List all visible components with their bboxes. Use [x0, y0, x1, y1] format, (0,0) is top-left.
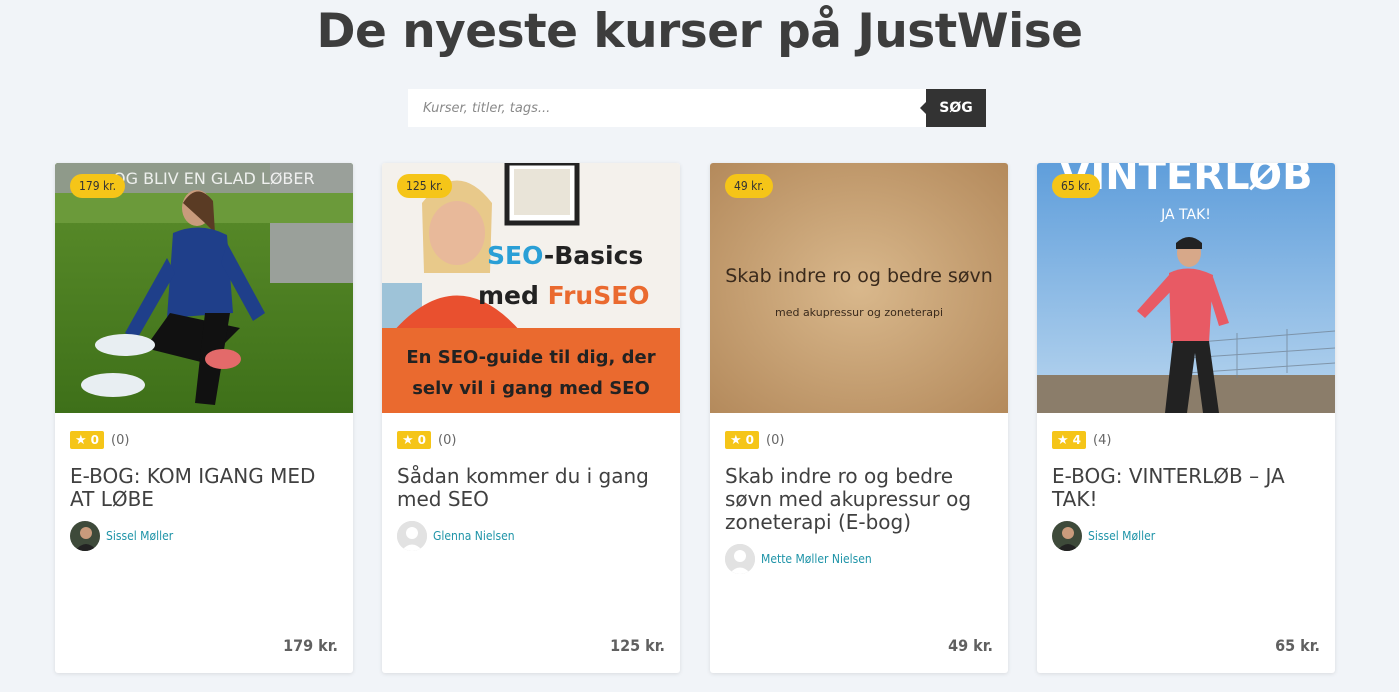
course-thumbnail[interactable]: SEO-Basics med FruSEO En SEO-guide til d… [382, 163, 680, 413]
rating: ★ 0 (0) [397, 431, 456, 449]
course-price: 179 kr. [283, 636, 338, 655]
image-subheadline: med akupressur og zoneterapi [775, 306, 943, 319]
search-button[interactable]: SØG [920, 89, 986, 127]
course-card[interactable]: OG BLIV EN GLAD LØBER 179 kr. ★ 0 (0) E-… [55, 163, 353, 673]
price-tag: 65 kr. [1052, 174, 1101, 198]
image-headline: Skab indre ro og bedre søvn [725, 265, 993, 287]
headline-accent: SEO [487, 241, 544, 270]
author[interactable]: Sissel Møller [70, 521, 173, 551]
author-name[interactable]: Sissel Møller [106, 529, 173, 543]
rating-badge: ★ 0 [397, 431, 432, 449]
image-subheadline: med FruSEO [478, 281, 650, 310]
star-icon: ★ [730, 432, 742, 448]
avatar [1052, 521, 1082, 551]
course-title[interactable]: E-BOG: VINTERLØB – JA TAK! [1052, 465, 1327, 511]
price-tag: 179 kr. [70, 174, 126, 198]
price-tag: 49 kr. [725, 174, 774, 198]
author-name[interactable]: Mette Møller Nielsen [761, 552, 872, 566]
page-title: De nyeste kurser på JustWise [316, 4, 1083, 59]
price-tag: 125 kr. [397, 174, 453, 198]
rating-count: (0) [766, 432, 785, 448]
course-price: 65 kr. [1275, 636, 1320, 655]
rating-badge: ★ 0 [725, 431, 760, 449]
rating-value: 0 [745, 433, 755, 447]
course-thumbnail[interactable]: OG BLIV EN GLAD LØBER 179 kr. [55, 163, 353, 413]
banner-line-2: selv vil i gang med SEO [412, 378, 650, 399]
rating: ★ 0 (0) [725, 431, 784, 449]
subheadline-main: med [478, 281, 548, 310]
rating-value: 0 [417, 433, 427, 447]
avatar [397, 521, 427, 551]
headline-main: -Basics [544, 241, 643, 270]
rating: ★ 4 (4) [1052, 431, 1111, 449]
course-price: 125 kr. [610, 636, 665, 655]
subheadline-accent: FruSEO [548, 281, 650, 310]
rating-count: (0) [111, 432, 130, 448]
author[interactable]: Glenna Nielsen [397, 521, 515, 551]
rating-value: 4 [1072, 433, 1082, 447]
author-name[interactable]: Glenna Nielsen [433, 529, 515, 543]
author[interactable]: Mette Møller Nielsen [725, 544, 872, 574]
course-thumbnail[interactable]: VINTERLØB JA TAK! 65 kr. [1037, 163, 1335, 413]
avatar [70, 521, 100, 551]
image-subheadline: JA TAK! [1160, 207, 1211, 223]
search-form: SØG [408, 89, 986, 127]
course-title[interactable]: Skab indre ro og bedre søvn med akupress… [725, 465, 1000, 534]
course-title[interactable]: Sådan kommer du i gang med SEO [397, 465, 672, 511]
course-card[interactable]: Skab indre ro og bedre søvn med akupress… [710, 163, 1008, 673]
rating: ★ 0 (0) [70, 431, 129, 449]
rating-count: (4) [1093, 432, 1112, 448]
course-card[interactable]: VINTERLØB JA TAK! 65 kr. ★ 4 (4) E-BOG: … [1037, 163, 1335, 673]
star-icon: ★ [75, 432, 87, 448]
rating-badge: ★ 0 [70, 431, 105, 449]
course-price: 49 kr. [948, 636, 993, 655]
rating-count: (0) [438, 432, 457, 448]
author[interactable]: Sissel Møller [1052, 521, 1155, 551]
rating-badge: ★ 4 [1052, 431, 1087, 449]
image-headline: SEO-Basics [487, 241, 643, 270]
rating-value: 0 [90, 433, 100, 447]
star-icon: ★ [402, 432, 414, 448]
course-card[interactable]: SEO-Basics med FruSEO En SEO-guide til d… [382, 163, 680, 673]
banner-line-1: En SEO-guide til dig, der [406, 347, 655, 368]
image-caption: OG BLIV EN GLAD LØBER [113, 169, 315, 188]
author-name[interactable]: Sissel Møller [1088, 529, 1155, 543]
course-title[interactable]: E-BOG: KOM IGANG MED AT LØBE [70, 465, 345, 511]
course-thumbnail[interactable]: Skab indre ro og bedre søvn med akupress… [710, 163, 1008, 413]
star-icon: ★ [1057, 432, 1069, 448]
avatar [725, 544, 755, 574]
search-input[interactable] [408, 89, 926, 127]
